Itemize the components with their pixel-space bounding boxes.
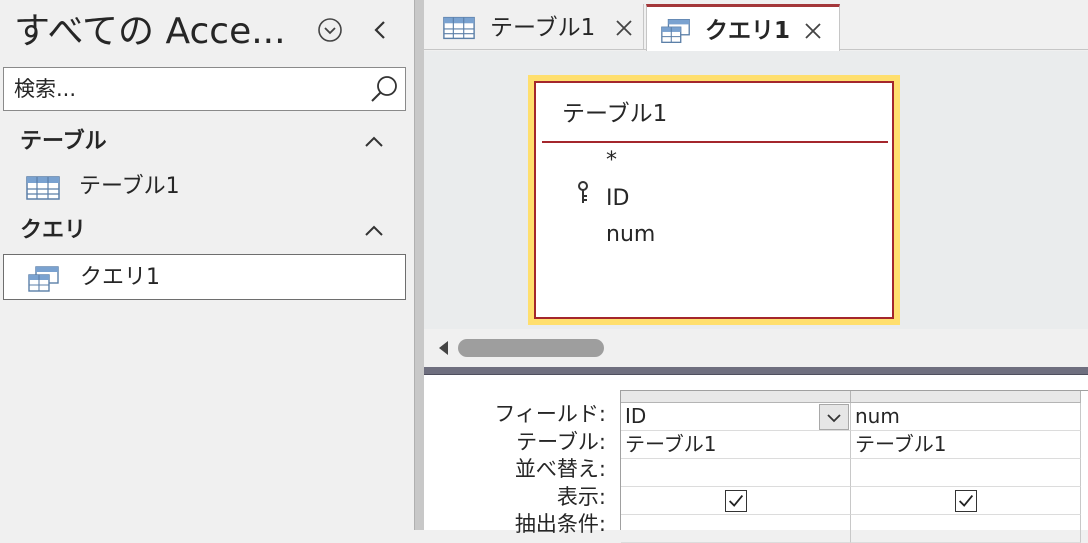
grid-row-label-field: フィールド: bbox=[494, 402, 606, 426]
tab-label: テーブル1 bbox=[490, 15, 596, 41]
field-list-title[interactable]: テーブル1 bbox=[562, 99, 667, 129]
field-list-divider bbox=[542, 141, 888, 143]
document-tabs: テーブル1 クエリ1 bbox=[424, 0, 1088, 51]
grid-cell-table[interactable]: テーブル1 bbox=[851, 431, 1081, 459]
chevron-left-icon[interactable] bbox=[366, 16, 394, 44]
column-selector[interactable] bbox=[851, 391, 1081, 403]
query-icon bbox=[28, 266, 59, 292]
nav-item-table1[interactable]: テーブル1 bbox=[3, 164, 406, 210]
grid-cell-criteria[interactable] bbox=[621, 515, 851, 543]
field-list-body: テーブル1 * ID num bbox=[534, 81, 894, 319]
table-icon bbox=[443, 16, 475, 40]
tab-table1[interactable]: テーブル1 bbox=[430, 4, 644, 50]
nav-group-tables[interactable]: テーブル bbox=[0, 122, 406, 162]
show-checkbox[interactable] bbox=[955, 490, 977, 512]
close-icon[interactable] bbox=[610, 14, 638, 42]
column-selector[interactable] bbox=[621, 391, 851, 403]
nav-group-label: クエリ bbox=[20, 218, 87, 243]
search-input[interactable] bbox=[14, 68, 354, 110]
grid-cell-sort[interactable] bbox=[851, 459, 1081, 487]
grid-cell-value: テーブル1 bbox=[855, 432, 947, 456]
tab-label: クエリ1 bbox=[705, 18, 791, 44]
pane-splitter[interactable] bbox=[414, 0, 424, 530]
query-design-grid: ID テーブル1 num テーブル1 bbox=[620, 390, 1088, 543]
field-list-item-num[interactable]: num bbox=[606, 221, 655, 249]
search-box[interactable] bbox=[3, 67, 406, 111]
field-dropdown-button[interactable] bbox=[819, 404, 849, 430]
horizontal-scrollbar[interactable] bbox=[424, 329, 1088, 367]
grid-cell-value: ID bbox=[625, 404, 647, 428]
grid-cell-value: num bbox=[855, 404, 900, 428]
dropdown-circle-icon[interactable] bbox=[316, 16, 344, 44]
grid-cell-table[interactable]: テーブル1 bbox=[621, 431, 851, 459]
nav-header: すべての Acce... bbox=[0, 0, 414, 62]
scroll-left-arrow-icon[interactable] bbox=[436, 339, 450, 357]
grid-row-label-criteria: 抽出条件: bbox=[514, 512, 606, 536]
nav-group-queries[interactable]: クエリ bbox=[0, 211, 406, 251]
nav-item-label: クエリ1 bbox=[80, 265, 160, 290]
document-area: テーブル1 クエリ1 テーブル1 * ID num フィールド: テーブル: 並… bbox=[424, 0, 1088, 543]
nav-group-label: テーブル bbox=[20, 129, 107, 154]
pane-split-bar[interactable] bbox=[424, 367, 1088, 375]
grid-cell-criteria[interactable] bbox=[851, 515, 1081, 543]
search-icon[interactable] bbox=[368, 74, 400, 106]
query-icon bbox=[661, 19, 690, 43]
grid-row-label-table: テーブル: bbox=[516, 430, 606, 454]
grid-cell-field[interactable]: num bbox=[851, 403, 1081, 431]
grid-cell-value: テーブル1 bbox=[625, 432, 717, 456]
grid-row-label-show: 表示: bbox=[556, 485, 606, 509]
nav-item-query1[interactable]: クエリ1 bbox=[3, 254, 406, 300]
field-list-item-id[interactable]: ID bbox=[606, 185, 629, 213]
table-icon bbox=[26, 176, 60, 200]
grid-row-label-sort: 並べ替え: bbox=[514, 457, 606, 481]
chevron-up-icon[interactable] bbox=[362, 132, 386, 152]
chevron-up-icon[interactable] bbox=[362, 221, 386, 241]
nav-title[interactable]: すべての Acce... bbox=[14, 8, 286, 56]
show-checkbox[interactable] bbox=[725, 490, 747, 512]
tab-query1[interactable]: クエリ1 bbox=[646, 4, 840, 51]
query-design-pane: テーブル1 * ID num bbox=[424, 51, 1088, 329]
grid-cell-field[interactable]: ID bbox=[621, 403, 851, 431]
field-list-item-all[interactable]: * bbox=[606, 147, 617, 175]
navigation-pane: すべての Acce... テーブル テーブル1 クエリ bbox=[0, 0, 414, 530]
close-icon[interactable] bbox=[799, 17, 827, 45]
nav-item-label: テーブル1 bbox=[79, 174, 180, 199]
grid-cell-sort[interactable] bbox=[621, 459, 851, 487]
table-field-list[interactable]: テーブル1 * ID num bbox=[528, 75, 900, 325]
design-grid-area: フィールド: テーブル: 並べ替え: 表示: 抽出条件: ID テーブル1 nu… bbox=[424, 375, 1088, 543]
scroll-thumb[interactable] bbox=[458, 339, 604, 357]
primary-key-icon bbox=[578, 181, 588, 203]
chevron-down-icon bbox=[827, 414, 841, 423]
